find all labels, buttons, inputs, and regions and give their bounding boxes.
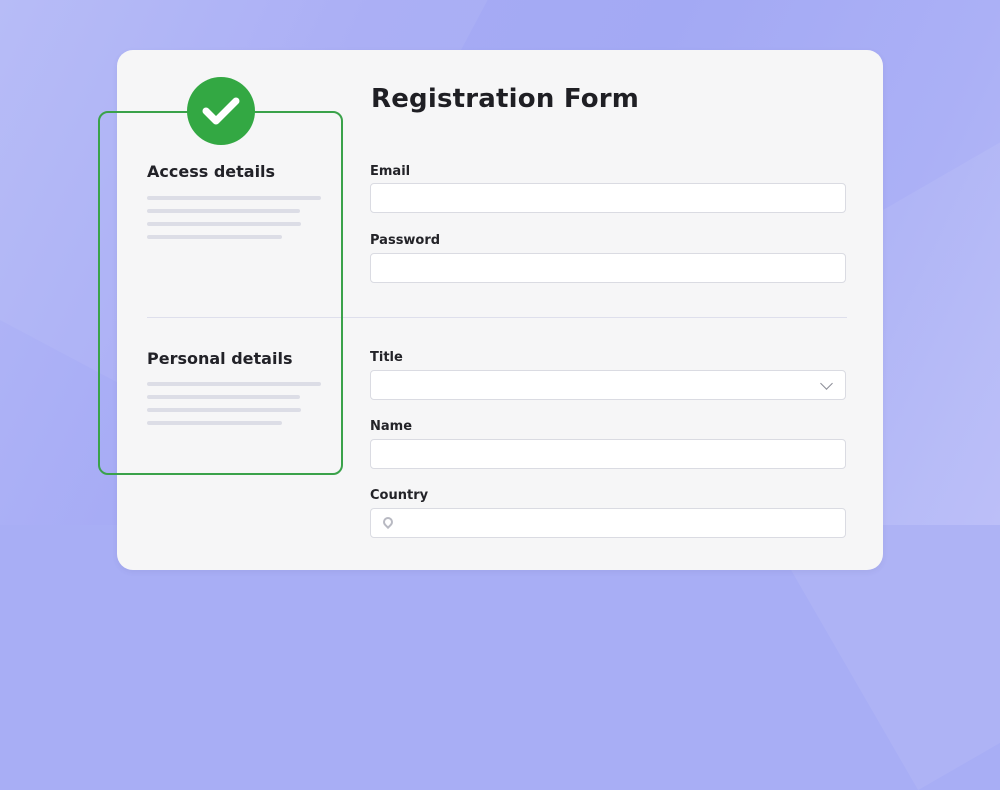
form-title: Registration Form	[371, 84, 640, 114]
email-field[interactable]	[370, 183, 846, 213]
checkmark-icon	[202, 97, 240, 125]
name-field[interactable]	[370, 439, 846, 469]
completed-badge	[187, 77, 255, 145]
location-pin-icon	[380, 514, 396, 530]
password-field[interactable]	[370, 253, 846, 283]
title-select[interactable]	[370, 370, 846, 400]
email-label: Email	[370, 164, 411, 179]
country-label: Country	[370, 488, 429, 503]
completed-section-highlight	[98, 111, 343, 475]
country-field[interactable]	[370, 508, 846, 538]
title-label: Title	[370, 350, 403, 365]
chevron-down-icon[interactable]	[820, 377, 833, 390]
password-label: Password	[370, 233, 441, 248]
name-label: Name	[370, 419, 413, 434]
